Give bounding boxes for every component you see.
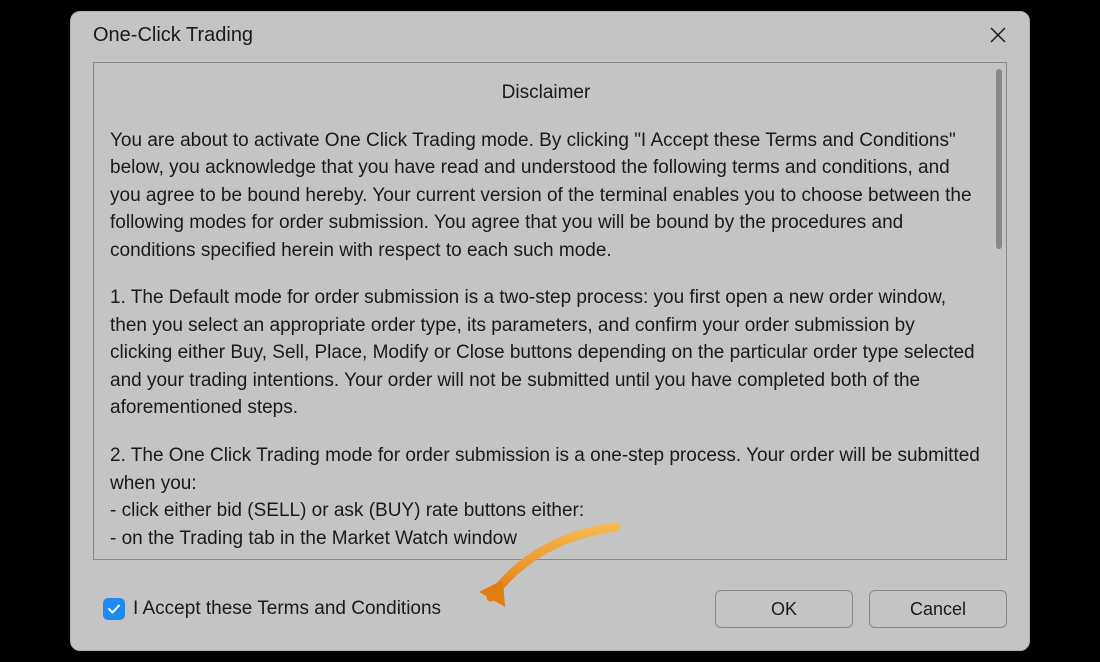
- scrollbar-thumb[interactable]: [996, 69, 1002, 249]
- close-button[interactable]: [975, 15, 1021, 55]
- accept-terms-label: I Accept these Terms and Conditions: [133, 598, 441, 620]
- scrollbar-track[interactable]: [996, 69, 1002, 553]
- disclaimer-para-3: 2. The One Click Trading mode for order …: [110, 442, 982, 552]
- ok-button[interactable]: OK: [715, 590, 853, 628]
- disclaimer-para-2: 1. The Default mode for order submission…: [110, 284, 982, 422]
- accept-terms-checkbox[interactable]: [103, 598, 125, 620]
- accept-terms-group[interactable]: I Accept these Terms and Conditions: [93, 588, 459, 630]
- content-area: Disclaimer You are about to activate One…: [71, 58, 1029, 568]
- dialog-footer: I Accept these Terms and Conditions OK C…: [71, 568, 1029, 650]
- check-icon: [107, 602, 121, 616]
- disclaimer-scroll-box[interactable]: Disclaimer You are about to activate One…: [93, 62, 1007, 560]
- dialog-title: One-Click Trading: [93, 24, 253, 47]
- close-icon: [990, 27, 1006, 43]
- button-group: OK Cancel: [715, 590, 1007, 628]
- cancel-button[interactable]: Cancel: [869, 590, 1007, 628]
- disclaimer-para-1: You are about to activate One Click Trad…: [110, 127, 982, 265]
- disclaimer-heading: Disclaimer: [110, 79, 982, 107]
- titlebar: One-Click Trading: [71, 12, 1029, 58]
- one-click-trading-dialog: One-Click Trading Disclaimer You are abo…: [70, 11, 1030, 651]
- disclaimer-text: Disclaimer You are about to activate One…: [94, 63, 1006, 560]
